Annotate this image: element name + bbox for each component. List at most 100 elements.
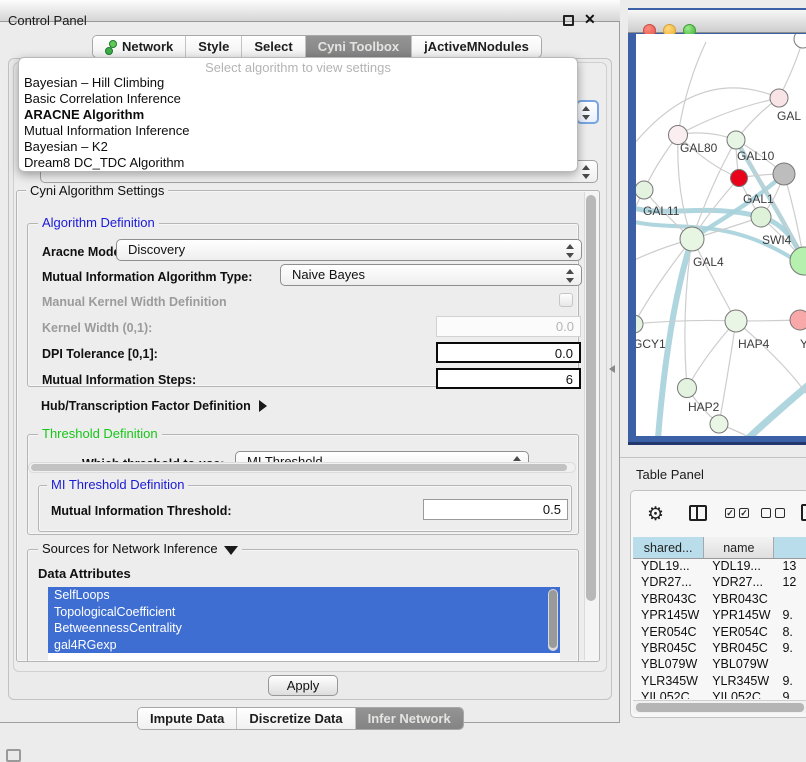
settings-vertical-scrollbar-thumb[interactable] [586,195,596,601]
node-label-hap2: HAP2 [688,400,720,414]
gear-icon[interactable]: ⚙ [647,503,664,526]
tab-network[interactable]: Network [93,36,186,57]
network-node[interactable] [678,379,697,398]
network-node[interactable] [725,310,747,332]
network-node[interactable] [794,34,806,48]
hub-definition-label: Hub/Transcription Factor Definition [41,399,251,413]
table-row[interactable]: YBL079WYBL079W [633,657,806,673]
settings-horizontal-scrollbar[interactable] [28,462,576,473]
checked-checkbox-icon[interactable]: ✓ [739,508,749,518]
network-node[interactable] [790,310,806,330]
table-row[interactable]: YIL052CYIL052C9. [633,690,806,699]
algorithm-definition-title: Algorithm Definition [38,215,159,230]
unchecked-checkbox-icon[interactable] [761,508,771,518]
sources-expander[interactable]: Sources for Network Inference [38,541,242,556]
dropdown-item-basic-correlation-inference[interactable]: Basic Correlation Inference [19,91,577,107]
network-canvas[interactable]: GALGAL80GAL10GAL1GAL11SWI4GAL4GCY1HAP4YH… [636,34,806,436]
table-horizontal-scrollbar-thumb[interactable] [636,703,804,712]
tab-style[interactable]: Style [186,36,242,57]
table-cell: 13 [774,559,806,575]
network-node[interactable] [773,163,795,185]
table-cell: 8. [774,625,806,641]
table-cell: YDR27... [704,575,774,591]
network-node[interactable] [727,131,745,149]
apply-button[interactable]: Apply [268,675,338,696]
node-label-gal1: GAL1 [743,192,774,206]
table-cell: YLR345W [633,674,704,690]
dropdown-item-aracne-algorithm[interactable]: ARACNE Algorithm [19,107,577,123]
dpi-tolerance-label: DPI Tolerance [0,1]: [42,347,158,361]
attributes-scrollbar-thumb[interactable] [549,590,557,648]
attribute-item-topologicalcoefficient[interactable]: TopologicalCoefficient [48,604,560,621]
attribute-item-selfloops[interactable]: SelfLoops [48,587,560,604]
settings-horizontal-scrollbar-thumb[interactable] [31,464,567,471]
unchecked-checkbox-icon[interactable] [775,508,785,518]
algorithm-combo-right-end[interactable] [576,100,599,124]
network-node[interactable] [636,315,643,333]
table-horizontal-scrollbar[interactable] [633,700,806,713]
node-label-gcy1: GCY1 [636,337,666,351]
mi-threshold-field[interactable]: 0.5 [423,499,568,520]
tab-jactivemnodules[interactable]: jActiveMNodules [412,36,541,57]
tab-select-label: Select [254,39,292,54]
table-row[interactable]: YDL19...YDL19...13 [633,559,806,575]
close-icon[interactable]: ✕ [584,11,596,28]
algorithm-dropdown-placeholder: Select algorithm to view settings [19,60,577,75]
table-row[interactable]: YLR345WYLR345W9. [633,674,806,690]
table-row[interactable]: YPR145WYPR145W9. [633,608,806,624]
aracne-mode-combo[interactable]: Discovery [116,239,582,261]
network-node[interactable] [790,247,806,275]
table-row[interactable]: YDR27...YDR27...12 [633,575,806,591]
network-edge-teal [740,382,806,436]
tab-cyni-toolbox-label: Cyni Toolbox [318,39,399,54]
dpi-tolerance-field[interactable]: 0.0 [436,342,581,363]
table-row[interactable]: YER054CYER054C8. [633,625,806,641]
splitter-collapse-icon[interactable] [609,365,615,373]
attributes-scrollbar[interactable] [548,589,558,651]
panel-divider[interactable] [620,457,806,458]
network-node[interactable] [680,227,704,251]
network-edge [779,39,803,98]
mini-panel-icon[interactable] [6,749,21,762]
table-cell: 9. [774,690,806,699]
tab-select[interactable]: Select [242,36,305,57]
column-header-shared[interactable]: shared... [633,537,704,558]
columns-icon[interactable] [689,505,707,521]
hub-definition-expander[interactable]: Hub/Transcription Factor Definition [41,399,267,413]
kernel-width-field[interactable]: 0.0 [436,316,581,337]
network-edge [687,321,736,388]
table-toolbar: ⚙ ✓ ✓ [631,501,806,527]
dropdown-item-mutual-information-inference[interactable]: Mutual Information Inference [19,123,577,139]
table-cell: 9. [774,674,806,690]
table-row[interactable]: YBR043CYBR043C [633,592,806,608]
table-header: shared...name [633,537,806,559]
network-edge [736,321,806,396]
dropdown-item-bayesian-hill-climbing[interactable]: Bayesian – Hill Climbing [19,75,577,91]
network-node[interactable] [636,181,653,199]
float-icon[interactable] [563,15,574,26]
dropdown-item-bayesian-k2[interactable]: Bayesian – K2 [19,139,577,155]
tab-cyni-toolbox[interactable]: Cyni Toolbox [306,36,412,57]
network-node[interactable] [770,89,788,107]
manual-kernel-checkbox[interactable] [559,293,573,307]
dropdown-item-dream8-dc-tdc-algorithm[interactable]: Dream8 DC_TDC Algorithm [19,155,577,171]
data-attributes-list[interactable]: SelfLoopsTopologicalCoefficientBetweenne… [48,587,560,662]
network-node[interactable] [710,415,728,433]
bottom-tab-impute-data[interactable]: Impute Data [138,708,237,729]
document-icon[interactable] [801,504,806,521]
cyni-algorithm-settings-group: Algorithm Definition Aracne Mode: Discov… [16,190,600,662]
network-edge [636,239,692,324]
mi-type-combo[interactable]: Naive Bayes [280,264,582,286]
mi-steps-field[interactable]: 6 [436,368,581,389]
column-header-name[interactable]: name [704,537,774,558]
network-node[interactable] [751,207,771,227]
checked-checkbox-icon[interactable]: ✓ [725,508,735,518]
sources-group: Sources for Network Inference Data Attri… [27,549,579,662]
table-row[interactable]: YBR045CYBR045C9. [633,641,806,657]
attribute-item-betweennesscentrality[interactable]: BetweennessCentrality [48,620,560,637]
column-header-2[interactable] [774,537,806,558]
bottom-tab-discretize-data[interactable]: Discretize Data [237,708,355,729]
attribute-item-gal4rgexp[interactable]: gal4RGexp [48,637,560,654]
network-node[interactable] [731,170,748,187]
bottom-tab-infer-network[interactable]: Infer Network [356,708,463,729]
